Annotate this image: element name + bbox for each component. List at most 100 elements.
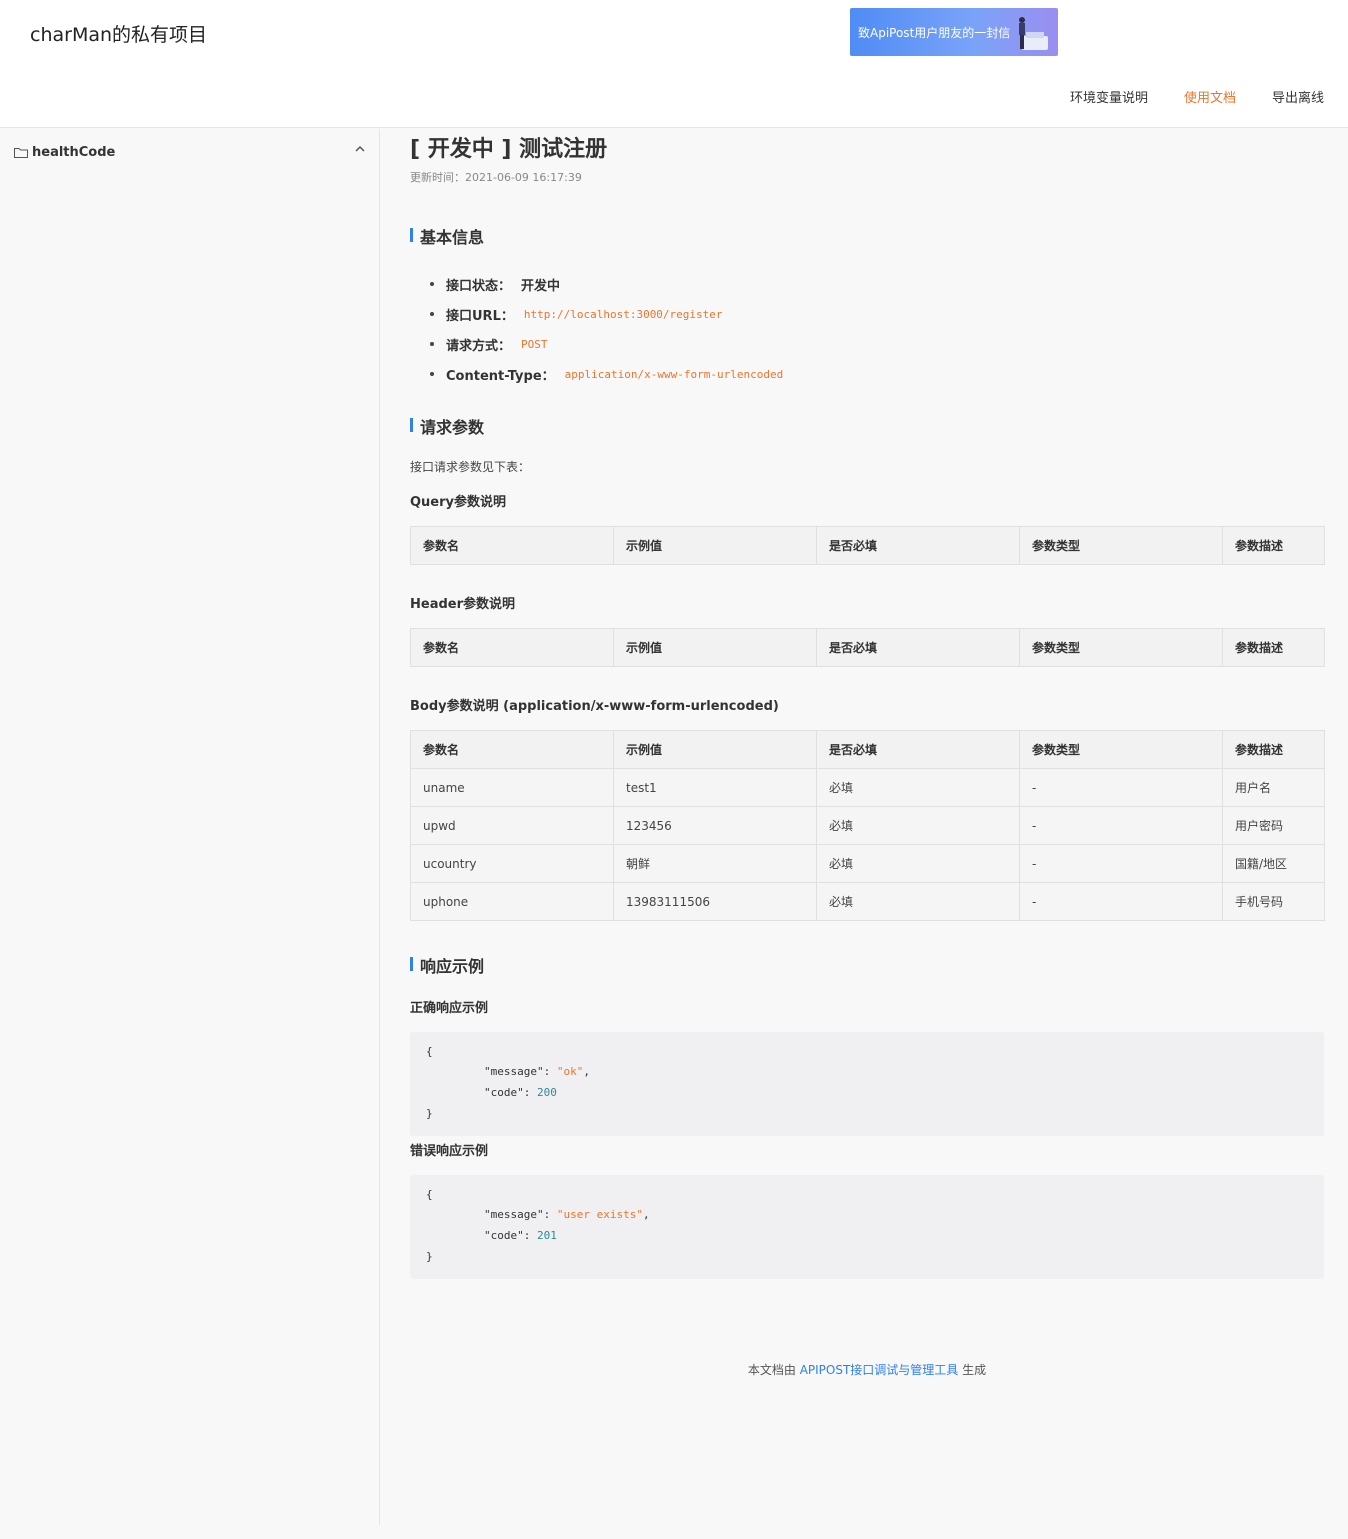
footer-suffix: 生成 [962,1363,987,1377]
nav-env-vars[interactable]: 环境变量说明 [1070,87,1148,106]
ok-response-code: { "message": "ok", "code": 200 } [410,1032,1324,1136]
person-laptop-illustration-icon [1019,17,1048,50]
table-header-row: 参数名 示例值 是否必填 参数类型 参数描述 [410,526,1325,565]
cell-type: - [1019,844,1223,883]
code-line-code: "code": 201 [484,1229,557,1242]
col-type: 参数类型 [1019,628,1223,667]
top-nav: 环境变量说明 使用文档 导出离线 [1070,87,1324,106]
code-line-message: "message": "ok", [484,1065,590,1078]
code-line-code: "code": 200 [484,1086,557,1099]
cell-param-name: uname [410,768,614,807]
status-key: 接口状态： [446,278,512,294]
error-response-title: 错误响应示例 [410,1144,489,1159]
page-footer: 本文档由 APIPOST接口调试与管理工具 生成 [410,1361,1324,1378]
col-required: 是否必填 [816,730,1020,769]
body-params-title: Body参数说明 (application/x-www-form-urlenco… [410,699,779,714]
code-string: "ok" [556,1065,584,1078]
url-key: 接口URL： [446,308,514,324]
update-time: 更新时间：2021-06-09 16:17:39 [410,171,582,184]
cell-example: 朝鲜 [613,844,817,883]
section-request-params: 请求参数 [410,414,484,438]
query-params-table: 参数名 示例值 是否必填 参数类型 参数描述 [410,526,1325,565]
cell-example: test1 [613,768,817,807]
cell-type: - [1019,806,1223,845]
col-param-name: 参数名 [410,628,614,667]
col-example: 示例值 [613,628,817,667]
basic-info-list: 接口状态： 开发中 接口URL： http://localhost:3000/r… [429,269,784,389]
list-item: 接口状态： 开发中 [429,269,783,299]
col-description: 参数描述 [1222,730,1325,769]
cell-description: 手机号码 [1222,882,1325,921]
url-value[interactable]: http://localhost:3000/register [524,308,723,321]
ok-response-title: 正确响应示例 [410,1001,489,1016]
code-line-message: "message": "user exists", [484,1208,650,1221]
code-number: 201 [537,1229,557,1242]
chevron-up-icon[interactable] [354,143,366,155]
error-response-code: { "message": "user exists", "code": 201 … [410,1175,1324,1279]
col-param-name: 参数名 [410,730,614,769]
banner-text[interactable]: 致ApiPost用户朋友的一封信 [858,24,1010,41]
code-string: "user exists" [556,1208,643,1221]
apipost-link[interactable]: APIPOST接口调试与管理工具 [800,1363,959,1377]
cell-description: 国籍/地区 [1222,844,1325,883]
code-key: "code" [484,1086,524,1099]
col-required: 是否必填 [816,526,1020,565]
code-open-brace: { [426,1045,433,1058]
sidebar-folder-healthcode[interactable]: healthCode [14,143,366,161]
section-basic-info: 基本信息 [410,224,484,248]
sidebar: healthCode [0,129,380,1525]
code-key: "message" [484,1065,544,1078]
cell-example: 13983111506 [613,882,817,921]
method-value: POST [521,337,548,351]
request-params-desc: 接口请求参数见下表： [410,460,531,474]
table-header-row: 参数名 示例值 是否必填 参数类型 参数描述 [410,730,1325,769]
sidebar-folder-label: healthCode [32,144,116,160]
list-item: 接口URL： http://localhost:3000/register [429,299,783,329]
content-type-value: application/x-www-form-urlencoded [564,367,784,381]
code-close-brace: } [426,1250,433,1263]
header-params-table: 参数名 示例值 是否必填 参数类型 参数描述 [410,628,1325,667]
section-response-examples: 响应示例 [410,953,484,977]
table-row: uphone 13983111506 必填 - 手机号码 [410,882,1325,921]
status-value: 开发中 [521,278,561,294]
list-item: Content-Type： application/x-www-form-url… [429,359,784,389]
col-example: 示例值 [613,526,817,565]
col-type: 参数类型 [1019,526,1223,565]
table-row: uname test1 必填 - 用户名 [410,768,1325,807]
code-key: "message" [484,1208,544,1221]
header-params-title: Header参数说明 [410,597,516,612]
footer-prefix: 本文档由 [747,1363,796,1377]
top-header: charMan的私有项目 致ApiPost用户朋友的一封信 环境变量说明 使用文… [0,0,1348,128]
cell-type: - [1019,768,1223,807]
code-close-brace: } [426,1107,433,1120]
list-item: 请求方式： POST [429,329,783,359]
col-required: 是否必填 [816,628,1020,667]
col-type: 参数类型 [1019,730,1223,769]
cell-example: 123456 [613,806,817,845]
cell-description: 用户名 [1222,768,1325,807]
cell-param-name: upwd [410,806,614,845]
cell-required: 必填 [816,806,1020,845]
query-params-title: Query参数说明 [410,495,507,510]
project-title: charMan的私有项目 [30,24,208,46]
code-number: 200 [537,1086,557,1099]
col-example: 示例值 [613,730,817,769]
cell-required: 必填 [816,844,1020,883]
code-key: "code" [484,1229,524,1242]
folder-icon [14,147,28,158]
col-description: 参数描述 [1222,526,1325,565]
table-row: upwd 123456 必填 - 用户密码 [410,806,1325,845]
col-description: 参数描述 [1222,628,1325,667]
cell-type: - [1019,882,1223,921]
cell-description: 用户密码 [1222,806,1325,845]
page-title: [ 开发中 ] 测试注册 [410,137,608,162]
cell-required: 必填 [816,768,1020,807]
col-param-name: 参数名 [410,526,614,565]
table-row: ucountry 朝鲜 必填 - 国籍/地区 [410,844,1325,883]
letter-banner[interactable]: 致ApiPost用户朋友的一封信 [850,8,1058,56]
body-params-table: 参数名 示例值 是否必填 参数类型 参数描述 uname test1 必填 - … [410,730,1325,921]
cell-required: 必填 [816,882,1020,921]
nav-docs[interactable]: 使用文档 [1184,87,1236,106]
content-type-key: Content-Type： [446,368,555,384]
nav-export-offline[interactable]: 导出离线 [1272,87,1324,106]
